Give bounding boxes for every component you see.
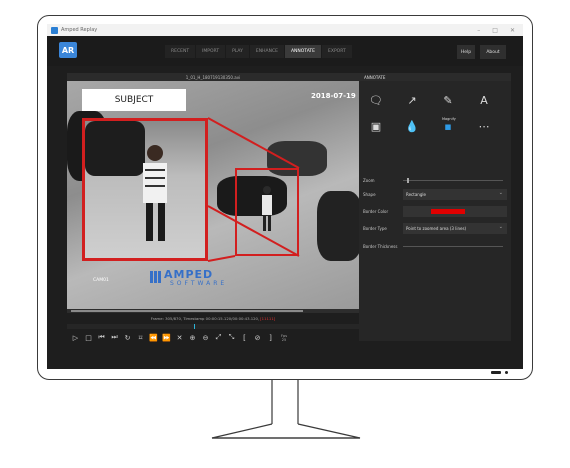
playback-controls: ▷ □ ⏮ ⏭ ↻ ⌑ ⏪ ⏩ ✕ ⊕ ⊖ ⤢ ⤡ [ ⊘ ] Fps 25 bbox=[70, 332, 290, 343]
frame-info: Frame: 305/870, Timestamp 00:00:15.120/0… bbox=[150, 315, 276, 321]
chevron-down-icon: ⌄ bbox=[498, 190, 503, 196]
seek-bar[interactable] bbox=[67, 324, 359, 329]
monitor-buttons bbox=[491, 371, 508, 374]
tab-recent[interactable]: RECENT bbox=[165, 45, 196, 58]
zoom-out-icon[interactable]: ⊖ bbox=[200, 332, 211, 343]
playback-area: Frame: 305/870, Timestamp 00:00:15.120/0… bbox=[67, 309, 359, 354]
horizontal-scrollbar[interactable] bbox=[67, 309, 359, 313]
pencil-icon[interactable]: ✎ bbox=[437, 91, 459, 109]
zoom-in-icon[interactable]: ⊕ bbox=[187, 332, 198, 343]
maximize-icon[interactable]: □ bbox=[492, 27, 498, 34]
next-frame-icon[interactable]: ⏭ bbox=[109, 332, 120, 343]
zoom-row: Zoom bbox=[359, 175, 511, 187]
shape-select[interactable]: Rectangle ⌄ bbox=[403, 189, 507, 200]
border-type-select[interactable]: Point to zoomed area (3 lines) ⌄ bbox=[403, 223, 507, 234]
magnify-source-region[interactable] bbox=[235, 168, 299, 256]
camera-label: CAM01 bbox=[93, 278, 109, 283]
annotate-panel: 🗨 ↗ ✎ A ▣ 💧 ▪ Magnify ⋯ Zoom Shape Recta… bbox=[359, 81, 511, 341]
amped-watermark: AMPED SOFTWARE bbox=[150, 268, 225, 288]
tab-enhance[interactable]: ENHANCE bbox=[249, 45, 284, 58]
tab-play[interactable]: PLAY bbox=[226, 45, 249, 58]
top-navigation: AR RECENT IMPORT PLAY ENHANCE ANNOTATE E… bbox=[47, 36, 523, 66]
fast-forward-icon[interactable]: ⏩ bbox=[161, 332, 172, 343]
mark-out-icon[interactable]: ] bbox=[265, 332, 276, 343]
screen: Amped Replay – □ ✕ AR RECENT IMPORT PLAY… bbox=[47, 24, 523, 369]
shape-row: Shape Rectangle ⌄ bbox=[359, 189, 511, 201]
rewind-icon[interactable]: ⏪ bbox=[148, 332, 159, 343]
border-thickness-slider[interactable] bbox=[403, 246, 503, 247]
clear-icon[interactable]: ✕ bbox=[174, 332, 185, 343]
tab-annotate[interactable]: ANNOTATE bbox=[284, 45, 322, 58]
window-titlebar: Amped Replay – □ ✕ bbox=[47, 24, 523, 36]
arrow-icon[interactable]: ↗ bbox=[401, 91, 423, 109]
video-filename: 1_01_H_180719130350.avi bbox=[67, 73, 359, 81]
text-bubble-icon[interactable]: 🗨 bbox=[365, 91, 387, 109]
zoom-slider-handle[interactable] bbox=[407, 178, 409, 183]
text-icon[interactable]: A bbox=[473, 91, 495, 109]
app-icon bbox=[51, 26, 58, 34]
minimize-icon[interactable]: – bbox=[477, 27, 480, 34]
border-color-swatch bbox=[431, 209, 465, 214]
border-type-row: Border Type Point to zoomed area (3 line… bbox=[359, 223, 511, 235]
about-button[interactable]: About bbox=[480, 45, 506, 59]
zoom-slider[interactable] bbox=[403, 180, 503, 181]
fit-to-window-icon[interactable]: ⤢ bbox=[213, 332, 224, 343]
mark-clear-icon[interactable]: ⊘ bbox=[252, 332, 263, 343]
tab-import[interactable]: IMPORT bbox=[196, 45, 226, 58]
loop-icon[interactable]: ↻ bbox=[122, 332, 133, 343]
scrollbar-thumb[interactable] bbox=[71, 310, 303, 312]
person-figure bbox=[262, 186, 272, 231]
blur-icon[interactable]: 💧 bbox=[401, 117, 423, 135]
stop-icon[interactable]: □ bbox=[83, 332, 94, 343]
image-icon[interactable]: ▣ bbox=[365, 117, 387, 135]
border-color-picker[interactable] bbox=[403, 206, 507, 217]
magnified-area[interactable] bbox=[82, 118, 208, 261]
help-button[interactable]: Help bbox=[457, 45, 475, 59]
magnified-person bbox=[85, 121, 167, 241]
more-tools-icon[interactable]: ⋯ bbox=[473, 117, 495, 135]
mark-in-icon[interactable]: [ bbox=[239, 332, 250, 343]
tab-bar: RECENT IMPORT PLAY ENHANCE ANNOTATE EXPO… bbox=[165, 45, 353, 58]
close-icon[interactable]: ✕ bbox=[510, 27, 515, 34]
previous-frame-icon[interactable]: ⏮ bbox=[96, 332, 107, 343]
actual-size-icon[interactable]: ⤡ bbox=[226, 332, 237, 343]
video-viewer[interactable]: SUBJECT 2018-07-19 CAM01 AMPED SOFTWARE bbox=[67, 81, 359, 309]
chevron-down-icon: ⌄ bbox=[498, 224, 503, 230]
bookmark-icon[interactable]: ⌑ bbox=[135, 332, 146, 343]
border-color-row: Border Color bbox=[359, 206, 511, 218]
magnify-label: Magnify bbox=[442, 117, 456, 121]
border-thickness-row: Border Thickness bbox=[359, 241, 511, 253]
fps-display: Fps 25 bbox=[280, 333, 288, 342]
tab-export[interactable]: EXPORT bbox=[322, 45, 352, 58]
annotate-panel-title: ANNOTATE bbox=[359, 73, 511, 81]
play-icon[interactable]: ▷ bbox=[70, 332, 81, 343]
seek-position-marker[interactable] bbox=[194, 324, 195, 329]
window-title: Amped Replay bbox=[61, 27, 98, 33]
app-logo: AR bbox=[59, 42, 77, 58]
